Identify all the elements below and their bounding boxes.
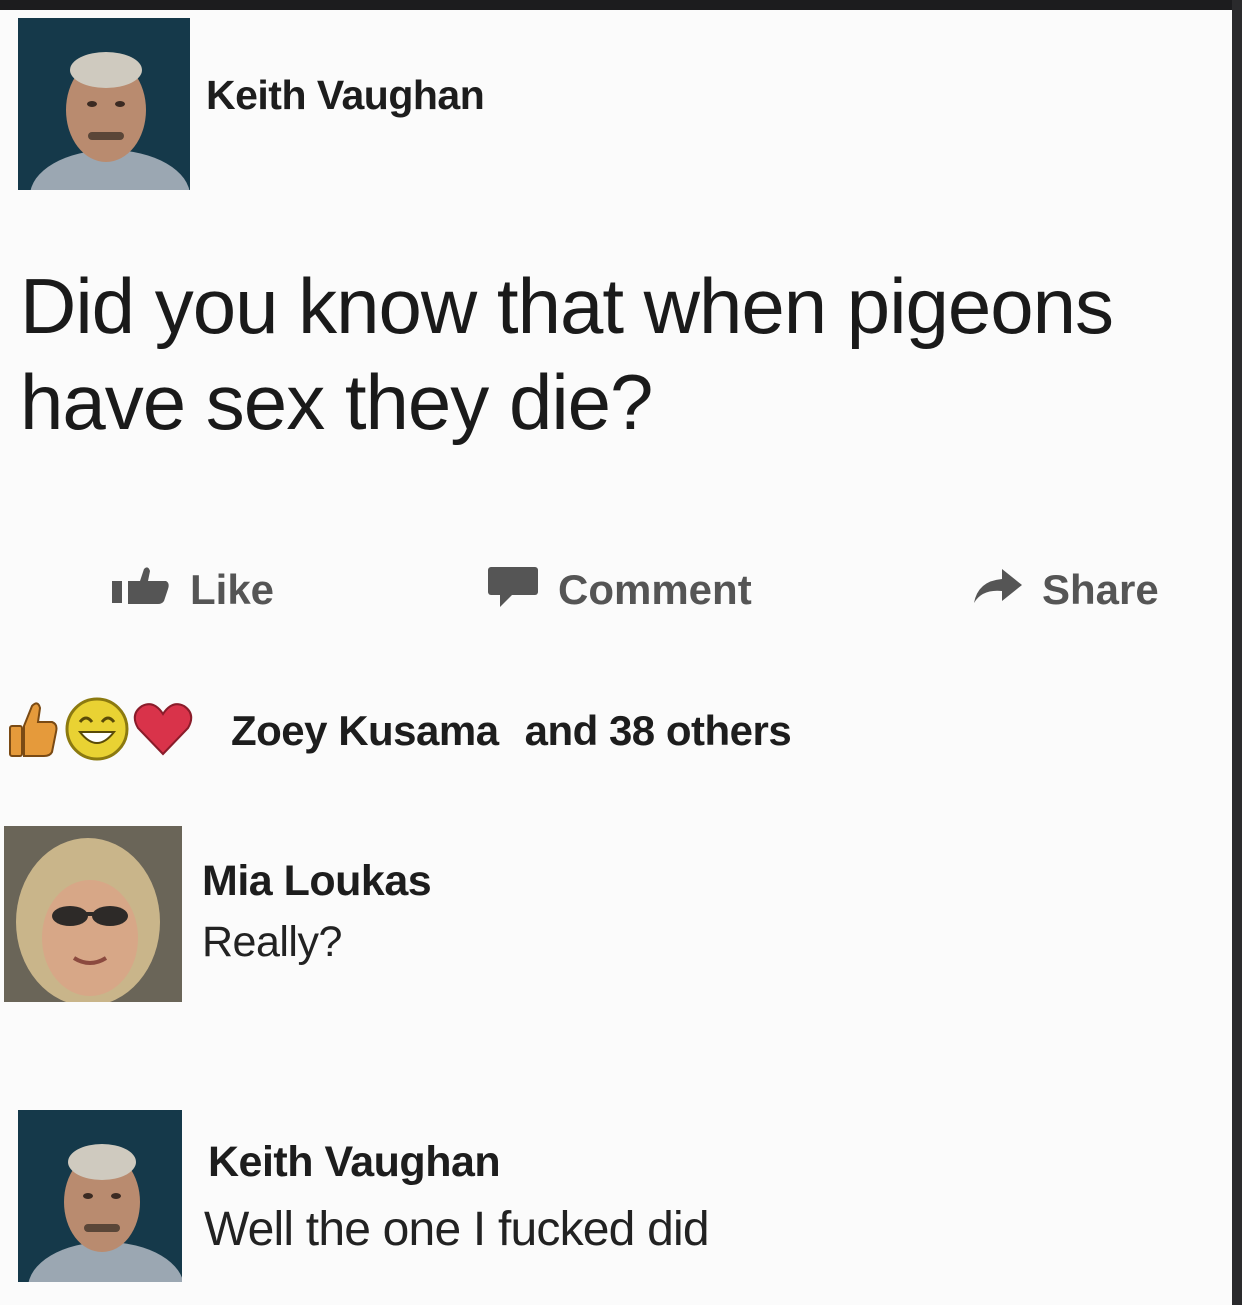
man-portrait-icon bbox=[18, 1110, 182, 1282]
post-action-bar: Like Comment Share bbox=[0, 560, 1242, 620]
like-label: Like bbox=[190, 566, 275, 613]
man-portrait-icon bbox=[18, 18, 190, 190]
comment-author-avatar[interactable] bbox=[18, 1110, 182, 1282]
share-label: Share bbox=[1042, 566, 1159, 613]
thumbs-up-icon bbox=[6, 698, 58, 765]
comment-author-name[interactable]: Mia Loukas bbox=[202, 857, 432, 906]
post-text: Did you know that when pigeons have sex … bbox=[20, 262, 1114, 446]
reactor-name-link[interactable]: Zoey Kusama bbox=[231, 707, 499, 754]
reactions-text: Zoey Kusama and 38 others bbox=[231, 707, 792, 755]
speech-bubble-icon bbox=[486, 563, 540, 617]
like-button[interactable]: Like bbox=[110, 560, 274, 620]
post-author-avatar[interactable] bbox=[18, 18, 190, 190]
reactions-summary[interactable]: Zoey Kusama and 38 others bbox=[6, 696, 792, 767]
comment-button[interactable]: Comment bbox=[486, 560, 752, 620]
top-frame-edge bbox=[0, 0, 1242, 10]
comment-text: Well the one I fucked did bbox=[204, 1203, 710, 1256]
heart-icon bbox=[132, 700, 194, 763]
comment-text: Really? bbox=[202, 918, 342, 966]
comment-author-name[interactable]: Keith Vaughan bbox=[208, 1138, 501, 1187]
reactions-others-count[interactable]: and 38 others bbox=[525, 707, 792, 754]
thumbs-up-icon bbox=[110, 565, 172, 615]
laughing-face-icon bbox=[64, 696, 130, 767]
comment-author-avatar[interactable] bbox=[4, 826, 182, 1002]
share-button[interactable]: Share bbox=[970, 560, 1159, 620]
woman-portrait-icon bbox=[4, 826, 182, 1002]
post-author-name[interactable]: Keith Vaughan bbox=[206, 72, 485, 119]
share-arrow-icon bbox=[970, 565, 1024, 615]
right-frame-edge bbox=[1232, 0, 1242, 1305]
comment-label: Comment bbox=[558, 566, 752, 613]
reaction-icons-group bbox=[6, 696, 211, 767]
